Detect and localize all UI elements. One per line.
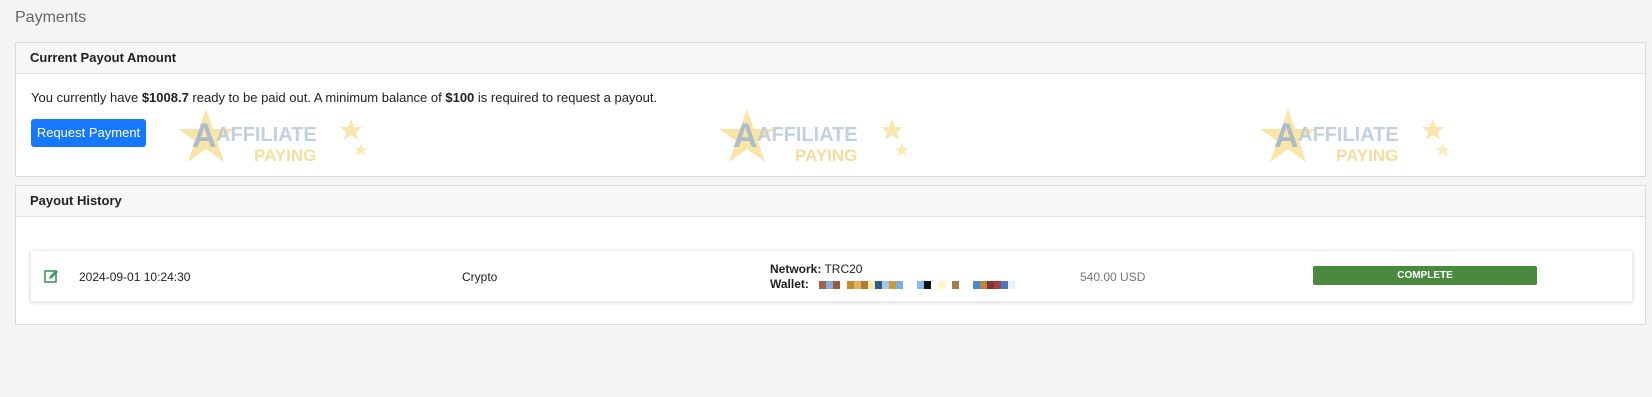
wallet-label: Wallet: xyxy=(770,277,809,291)
network-value: TRC20 xyxy=(824,262,863,276)
edit-icon[interactable] xyxy=(44,269,59,284)
payout-text-suffix: is required to request a payout. xyxy=(474,90,658,105)
svg-text:A: A xyxy=(1274,117,1299,155)
table-row: 2024-09-01 10:24:30 Crypto Network: TRC2… xyxy=(30,250,1633,302)
payout-method: Crypto xyxy=(462,270,498,284)
svg-text:PAYING: PAYING xyxy=(795,146,857,165)
payout-text-prefix: You currently have xyxy=(31,90,142,105)
payout-amount-usd: 540.00 USD xyxy=(1080,270,1146,284)
current-payout-panel: Current Payout Amount You currently have… xyxy=(15,42,1646,177)
svg-text:AFFILIATE: AFFILIATE xyxy=(1298,124,1399,146)
payout-summary-text: You currently have $1008.7 ready to be p… xyxy=(31,90,657,105)
wallet-address-redacted xyxy=(818,280,1015,289)
watermark-logo: A AFFILIATE PAYING xyxy=(1258,107,1458,173)
svg-text:AFFILIATE: AFFILIATE xyxy=(216,124,317,146)
svg-text:A: A xyxy=(192,117,217,155)
status-badge: COMPLETE xyxy=(1313,266,1537,285)
current-payout-heading: Current Payout Amount xyxy=(16,43,1645,74)
minimum-balance: $100 xyxy=(445,90,475,105)
payout-amount: $1008.7 xyxy=(141,90,189,105)
watermark-logo: A AFFILIATE PAYING xyxy=(176,107,376,173)
svg-text:A: A xyxy=(733,117,758,155)
payout-date: 2024-09-01 10:24:30 xyxy=(79,270,191,284)
svg-text:AFFILIATE: AFFILIATE xyxy=(757,124,858,146)
svg-text:PAYING: PAYING xyxy=(254,146,316,165)
payments-page: Payments Current Payout Amount You curre… xyxy=(0,0,1652,397)
svg-text:PAYING: PAYING xyxy=(1336,146,1398,165)
watermark-logo: A AFFILIATE PAYING xyxy=(717,107,917,173)
payout-destination: Network: TRC20 Wallet: xyxy=(770,262,1015,292)
payout-text-middle: ready to be paid out. A minimum balance … xyxy=(188,90,446,105)
network-label: Network: xyxy=(770,262,822,276)
page-title: Payments xyxy=(15,9,87,26)
request-payment-button[interactable]: Request Payment xyxy=(31,119,146,147)
payout-history-panel: Payout History 2024-09-01 10:24:30 Crypt… xyxy=(15,185,1646,325)
payout-history-heading: Payout History xyxy=(16,186,1645,217)
